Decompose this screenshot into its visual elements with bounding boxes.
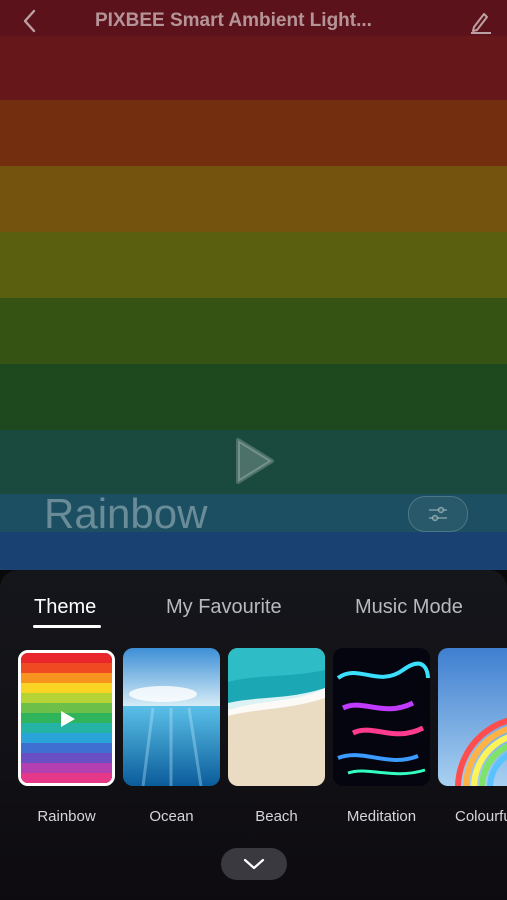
theme-card-beach[interactable] bbox=[228, 648, 325, 786]
theme-label-meditation: Meditation bbox=[346, 808, 417, 825]
header: PIXBEE Smart Ambient Light... bbox=[0, 0, 507, 44]
chevron-down-icon bbox=[243, 858, 265, 870]
ocean-thumbnail bbox=[123, 648, 220, 786]
theme-card-colourful[interactable] bbox=[438, 648, 507, 786]
theme-label-ocean: Ocean bbox=[149, 808, 194, 825]
theme-label-colourful: Colourful bbox=[455, 808, 507, 825]
theme-label-rainbow: Rainbow bbox=[37, 808, 96, 825]
active-tab-indicator bbox=[33, 625, 101, 628]
theme-bottom-sheet: Theme My Favourite Music Mode Rainbow Oc… bbox=[0, 570, 507, 900]
colourful-thumbnail bbox=[438, 648, 507, 786]
current-theme-title: Rainbow bbox=[44, 490, 208, 537]
page-title: PIXBEE Smart Ambient Light... bbox=[95, 10, 372, 31]
theme-list bbox=[0, 648, 507, 788]
expand-sheet-button[interactable] bbox=[221, 848, 287, 880]
rainbow-thumbnail bbox=[21, 653, 112, 783]
meditation-thumbnail bbox=[333, 648, 430, 786]
beach-thumbnail bbox=[228, 648, 325, 786]
adjust-settings-button[interactable] bbox=[408, 496, 468, 532]
theme-label-beach: Beach bbox=[255, 808, 298, 825]
theme-card-rainbow[interactable] bbox=[18, 650, 115, 786]
theme-card-meditation[interactable] bbox=[333, 648, 430, 786]
edit-icon[interactable] bbox=[466, 8, 494, 36]
tab-theme[interactable]: Theme bbox=[34, 596, 96, 619]
tab-my-favourite[interactable]: My Favourite bbox=[166, 596, 282, 619]
back-icon[interactable] bbox=[18, 8, 44, 34]
sliders-icon bbox=[429, 506, 447, 522]
play-icon[interactable] bbox=[232, 436, 276, 486]
tab-music-mode[interactable]: Music Mode bbox=[355, 596, 463, 619]
theme-card-ocean[interactable] bbox=[123, 648, 220, 786]
